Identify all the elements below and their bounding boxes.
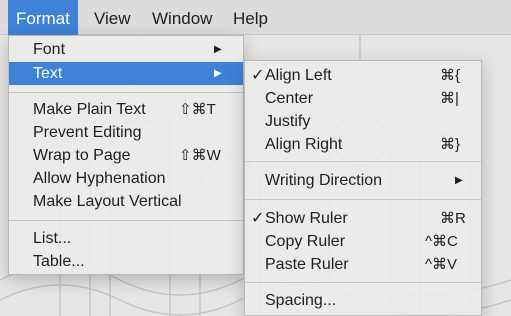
menu-item-label: Writing Direction [265,172,383,189]
text-submenu: ✓ Align Left ⌘{ Center ⌘| Justify Align … [244,60,482,316]
menu-item-font[interactable]: Font ▶ [9,38,243,61]
shortcut-label: ⌘| [440,90,459,107]
shortcut-label: ⌘} [440,136,461,153]
shortcut-label: ^⌘V [425,256,458,273]
menu-item-make-plain-text[interactable]: Make Plain Text ⇧⌘T [9,98,243,121]
menu-item-table[interactable]: Table... [9,250,243,273]
menu-item-label: Make Plain Text [33,101,146,118]
menu-item-label: Show Ruler [265,210,348,227]
menu-view[interactable]: View [86,0,139,35]
menu-item-writing-direction[interactable]: Writing Direction ▶ [245,169,481,192]
menu-separator [9,220,243,221]
menu-item-paste-ruler[interactable]: Paste Ruler ^⌘V [245,253,481,276]
menu-item-show-ruler[interactable]: ✓ Show Ruler ⌘R [245,207,481,230]
shortcut-label: ⇧⌘T [179,101,216,118]
submenu-arrow-icon: ▶ [214,44,222,55]
menu-item-label: Center [265,90,314,107]
menu-item-label: Text [33,65,63,82]
menu-separator [245,282,481,283]
menu-bar: Format View Window Help [0,0,511,35]
menu-item-label: Make Layout Vertical [33,193,182,210]
menu-item-text[interactable]: Text ▶ [9,62,243,85]
menu-separator [245,199,481,200]
menu-item-label: Spacing... [265,292,337,309]
menu-item-label: Prevent Editing [33,124,142,141]
submenu-arrow-icon: ▶ [455,175,463,186]
format-menu: Font ▶ Text ▶ Make Plain Text ⇧⌘T Preven… [8,35,244,275]
shortcut-label: ^⌘C [425,233,458,250]
menu-item-label: Justify [265,113,311,130]
menu-item-allow-hyphenation[interactable]: Allow Hyphenation [9,167,243,190]
menu-item-center[interactable]: Center ⌘| [245,87,481,110]
menu-item-label: Copy Ruler [265,233,346,250]
checkmark-icon: ✓ [251,210,265,227]
menu-item-wrap-to-page[interactable]: Wrap to Page ⇧⌘W [9,144,243,167]
menu-item-label: Allow Hyphenation [33,170,166,187]
menu-item-spacing[interactable]: Spacing... [245,289,481,312]
menu-item-list[interactable]: List... [9,227,243,250]
shortcut-label: ⌘R [440,210,466,227]
menu-item-label: Paste Ruler [265,256,349,273]
menu-item-prevent-editing[interactable]: Prevent Editing [9,121,243,144]
shortcut-label: ⇧⌘W [179,147,221,164]
menu-item-label: Wrap to Page [33,147,131,164]
menu-item-label: Font [33,41,66,58]
menu-item-label: Align Right [265,136,343,153]
shortcut-label: ⌘{ [440,67,461,84]
menu-item-label: List... [33,230,72,247]
menu-item-align-left[interactable]: ✓ Align Left ⌘{ [245,64,481,87]
menu-item-align-right[interactable]: Align Right ⌘} [245,133,481,156]
checkmark-icon: ✓ [251,67,265,84]
menu-separator [245,161,481,162]
menu-item-label: Table... [33,253,85,270]
menu-item-make-layout-vertical[interactable]: Make Layout Vertical [9,190,243,213]
submenu-arrow-icon: ▶ [214,68,222,79]
menu-help[interactable]: Help [225,0,276,35]
menu-item-copy-ruler[interactable]: Copy Ruler ^⌘C [245,230,481,253]
menu-item-justify[interactable]: Justify [245,110,481,133]
menu-format[interactable]: Format [8,0,78,35]
menu-separator [9,92,243,93]
menu-item-label: Align Left [265,67,332,84]
menu-window[interactable]: Window [144,0,220,35]
